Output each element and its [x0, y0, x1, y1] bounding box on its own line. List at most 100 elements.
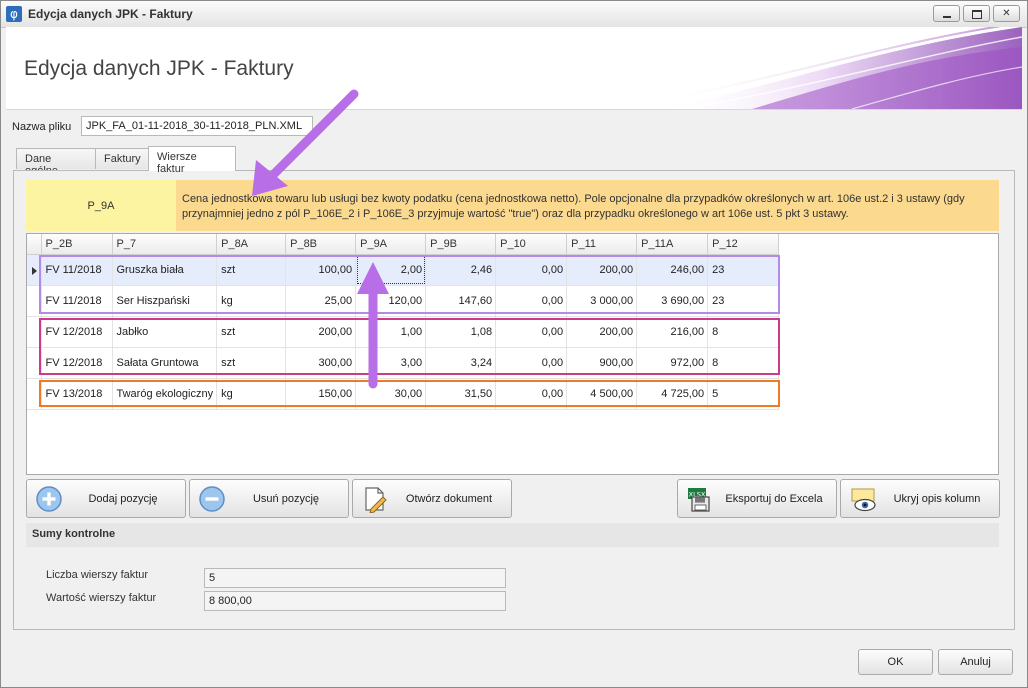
- control-sums-title: Sumy kontrolne: [32, 528, 116, 540]
- close-button[interactable]: [993, 5, 1020, 22]
- table-cell[interactable]: szt: [216, 346, 287, 379]
- column-header[interactable]: P_7: [111, 234, 218, 255]
- table-cell[interactable]: 23: [707, 253, 780, 286]
- export-excel-button[interactable]: XLSX Eksportuj do Excela: [677, 479, 837, 518]
- table-cell[interactable]: 147,60: [425, 284, 497, 317]
- table-cell[interactable]: 30,00: [355, 377, 427, 410]
- table-cell[interactable]: 3 690,00: [636, 284, 709, 317]
- excel-save-icon: XLSX: [688, 488, 710, 512]
- header-banner: Edycja danych JPK - Faktury: [6, 27, 1022, 110]
- column-description-text: Cena jednostkowa towaru lub usługi bez k…: [176, 180, 999, 231]
- column-header[interactable]: P_8A: [216, 234, 287, 255]
- column-header[interactable]: P_9B: [425, 234, 497, 255]
- table-cell[interactable]: 300,00: [285, 346, 357, 379]
- table-cell[interactable]: Ser Hiszpański: [111, 284, 218, 317]
- table-row[interactable]: FV 12/2018 Jabłko szt 200,00 1,00 1,08 0…: [27, 315, 780, 348]
- table-cell[interactable]: 4 725,00: [636, 377, 709, 410]
- table-cell[interactable]: 200,00: [285, 315, 357, 348]
- maximize-button[interactable]: [963, 5, 990, 22]
- cancel-button[interactable]: Anuluj: [938, 649, 1013, 675]
- table-cell[interactable]: 3,24: [425, 346, 497, 379]
- invoice-rows-grid[interactable]: P_2B P_7 P_8A P_8B P_9A P_9B P_10 P_11 P…: [26, 233, 999, 475]
- table-cell[interactable]: 3 000,00: [566, 284, 638, 317]
- table-cell[interactable]: FV 13/2018: [40, 377, 113, 410]
- table-cell[interactable]: 200,00: [566, 315, 638, 348]
- table-cell[interactable]: FV 11/2018: [40, 284, 113, 317]
- table-cell[interactable]: 0,00: [495, 377, 568, 410]
- column-header[interactable]: P_9A: [355, 234, 427, 255]
- table-cell[interactable]: 25,00: [285, 284, 357, 317]
- column-header[interactable]: P_11: [566, 234, 638, 255]
- minimize-button[interactable]: [933, 5, 960, 22]
- column-description-key: P_9A: [26, 180, 176, 231]
- table-cell[interactable]: 0,00: [495, 253, 568, 286]
- table-cell[interactable]: 150,00: [285, 377, 357, 410]
- column-header[interactable]: P_10: [495, 234, 568, 255]
- tab-general[interactable]: Dane ogólne: [16, 148, 96, 177]
- table-cell[interactable]: 3,00: [355, 346, 427, 379]
- table-cell[interactable]: kg: [216, 377, 287, 410]
- table-cell[interactable]: 216,00: [636, 315, 709, 348]
- column-header[interactable]: P_2B: [40, 234, 113, 255]
- table-cell[interactable]: Jabłko: [111, 315, 218, 348]
- table-cell-focused[interactable]: 2,00: [355, 253, 427, 286]
- table-cell[interactable]: 31,50: [425, 377, 497, 410]
- row-indicator-icon: [27, 253, 42, 286]
- remove-row-button[interactable]: Usuń pozycję: [189, 479, 349, 518]
- table-cell[interactable]: FV 12/2018: [40, 346, 113, 379]
- column-header[interactable]: P_12: [707, 234, 780, 255]
- file-name-input[interactable]: [81, 116, 313, 136]
- table-cell[interactable]: Gruszka biała: [111, 253, 218, 286]
- open-document-label: Otwórz dokument: [405, 493, 493, 505]
- table-cell[interactable]: 4 500,00: [566, 377, 638, 410]
- table-cell[interactable]: 100,00: [285, 253, 357, 286]
- file-name-label: Nazwa pliku: [12, 121, 72, 133]
- column-header[interactable]: P_11A: [636, 234, 709, 255]
- table-cell[interactable]: szt: [216, 315, 287, 348]
- tab-invoices[interactable]: Faktury: [95, 148, 149, 169]
- title-bar[interactable]: φ Edycja danych JPK - Faktury: [1, 1, 1027, 28]
- table-cell[interactable]: FV 11/2018: [40, 253, 113, 286]
- table-row[interactable]: FV 11/2018 Gruszka biała szt 100,00 2,00…: [27, 253, 780, 286]
- table-row[interactable]: FV 12/2018 Sałata Gruntowa szt 300,00 3,…: [27, 346, 780, 379]
- grid-header: P_2B P_7 P_8A P_8B P_9A P_9B P_10 P_11 P…: [27, 234, 780, 255]
- open-document-button[interactable]: Otwórz dokument: [352, 479, 512, 518]
- table-cell[interactable]: 1,08: [425, 315, 497, 348]
- table-cell[interactable]: 2,46: [425, 253, 497, 286]
- page-title: Edycja danych JPK - Faktury: [24, 57, 294, 80]
- table-row[interactable]: FV 11/2018 Ser Hiszpański kg 25,00 120,0…: [27, 284, 780, 317]
- table-cell[interactable]: 1,00: [355, 315, 427, 348]
- table-cell[interactable]: 246,00: [636, 253, 709, 286]
- table-cell[interactable]: kg: [216, 284, 287, 317]
- eye-icon: [851, 488, 876, 512]
- control-sums-header: Sumy kontrolne: [26, 523, 999, 547]
- table-cell[interactable]: 972,00: [636, 346, 709, 379]
- add-row-button[interactable]: Dodaj pozycję: [26, 479, 186, 518]
- table-cell[interactable]: 200,00: [566, 253, 638, 286]
- table-cell[interactable]: 5: [707, 377, 780, 410]
- hide-column-description-button[interactable]: Ukryj opis kolumn: [840, 479, 1000, 518]
- table-cell[interactable]: FV 12/2018: [40, 315, 113, 348]
- table-cell[interactable]: 0,00: [495, 284, 568, 317]
- rows-total-field: 8 800,00: [204, 591, 506, 611]
- table-cell[interactable]: 8: [707, 346, 780, 379]
- table-cell[interactable]: szt: [216, 253, 287, 286]
- table-cell[interactable]: 0,00: [495, 346, 568, 379]
- table-cell[interactable]: 900,00: [566, 346, 638, 379]
- ok-button[interactable]: OK: [858, 649, 933, 675]
- column-header[interactable]: P_8B: [285, 234, 357, 255]
- table-cell[interactable]: Sałata Gruntowa: [111, 346, 218, 379]
- table-cell[interactable]: Twaróg ekologiczny: [111, 377, 218, 410]
- table-cell[interactable]: 8: [707, 315, 780, 348]
- table-cell[interactable]: 23: [707, 284, 780, 317]
- window-title: Edycja danych JPK - Faktury: [28, 7, 193, 21]
- export-excel-label: Eksportuj do Excela: [725, 493, 823, 505]
- minus-circle-icon: [199, 486, 225, 512]
- rows-total-label: Wartość wierszy faktur: [46, 592, 157, 604]
- tab-invoice-rows[interactable]: Wiersze faktur: [148, 146, 236, 175]
- add-row-label: Dodaj pozycję: [88, 493, 158, 505]
- table-cell[interactable]: 120,00: [355, 284, 427, 317]
- row-indicator: [27, 284, 42, 317]
- table-row[interactable]: FV 13/2018 Twaróg ekologiczny kg 150,00 …: [27, 377, 780, 410]
- table-cell[interactable]: 0,00: [495, 315, 568, 348]
